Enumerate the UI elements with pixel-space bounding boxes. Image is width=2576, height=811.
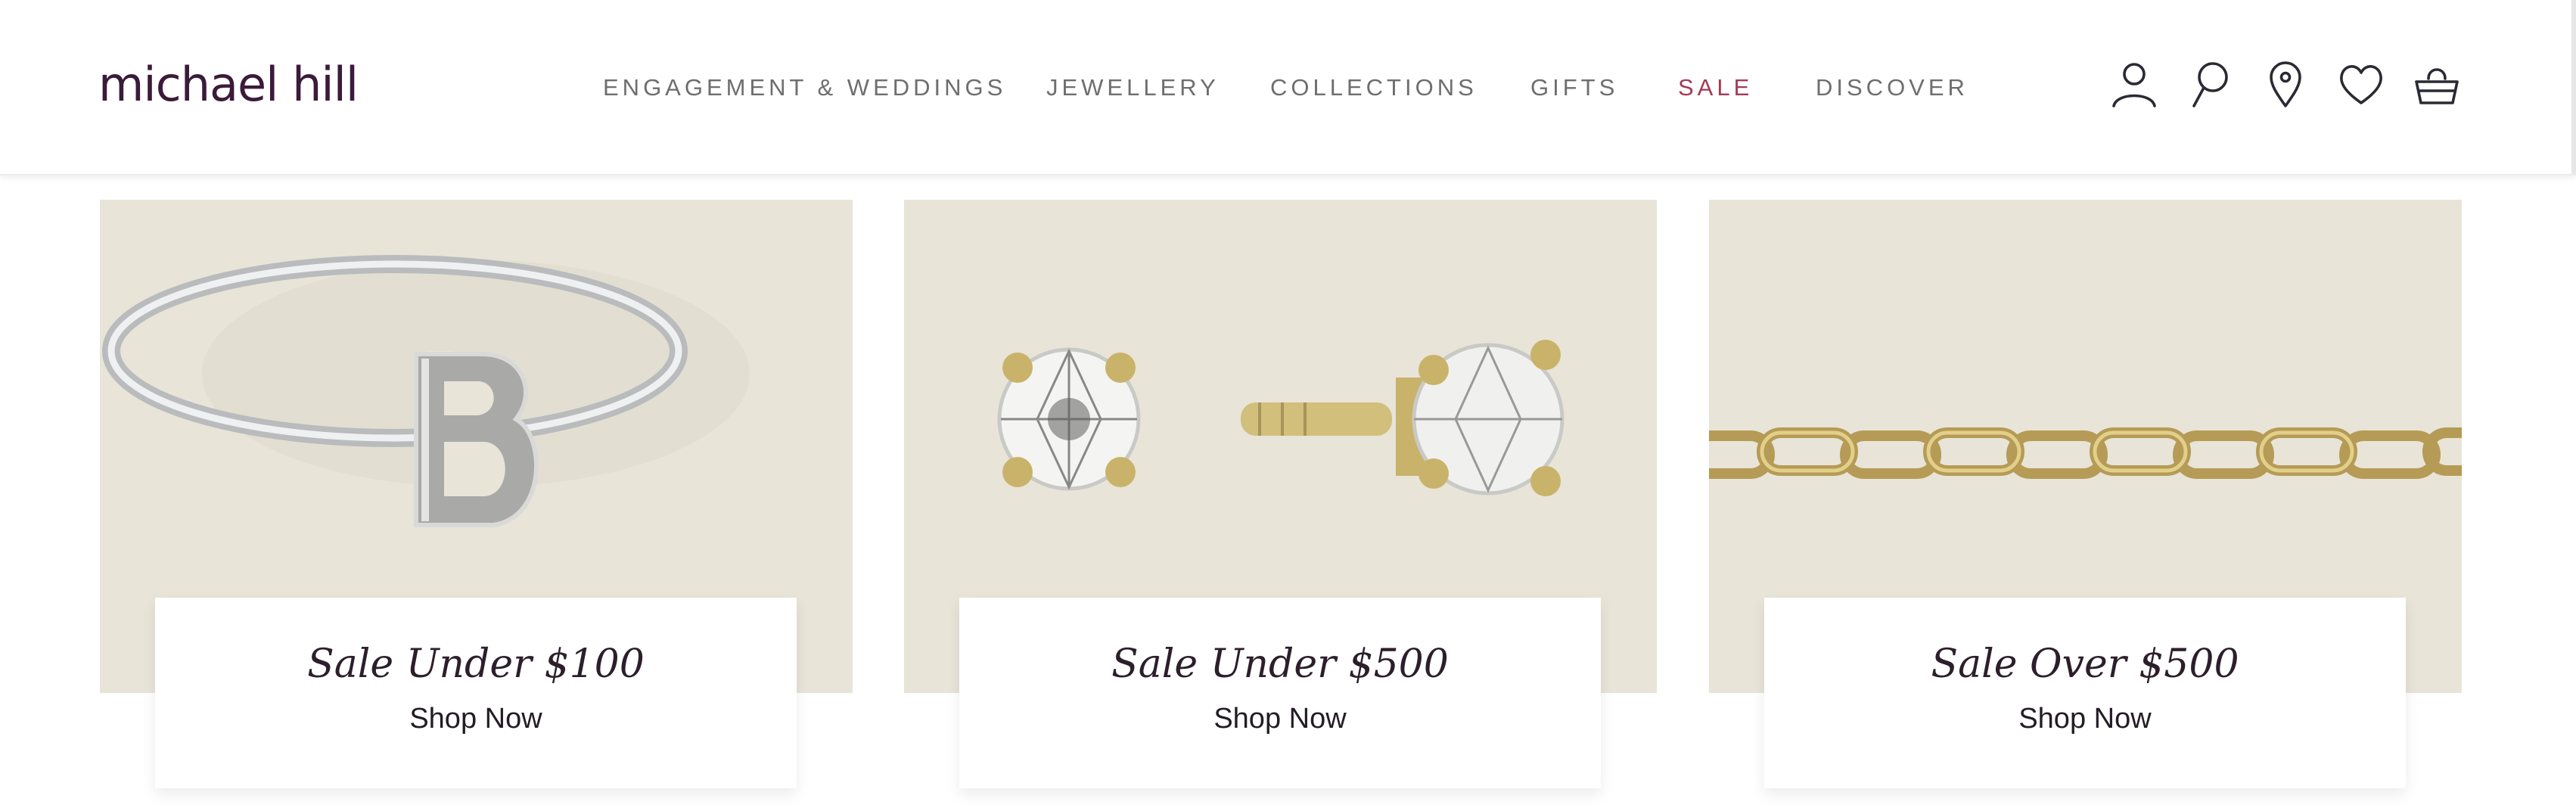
nav-discover[interactable]: DISCOVER	[1816, 73, 1969, 103]
sale-card-under-500[interactable]: Sale Under $500 Shop Now	[904, 200, 1657, 811]
shop-now-link[interactable]: Shop Now	[2018, 701, 2151, 737]
card-title: Sale Under $100	[307, 642, 645, 687]
card-title: Sale Under $500	[1111, 642, 1449, 687]
site-header: michael hill ENGAGEMENT & WEDDINGS JEWEL…	[0, 0, 2576, 176]
store-locator-icon[interactable]	[2259, 57, 2312, 110]
nav-collections[interactable]: COLLECTIONS	[1270, 73, 1478, 103]
scrollbar[interactable]	[2571, 0, 2576, 174]
wishlist-icon[interactable]	[2335, 57, 2388, 110]
search-icon[interactable]	[2183, 57, 2236, 110]
card-caption: Sale Under $500 Shop Now	[959, 598, 1601, 788]
sale-card-over-500[interactable]: Sale Over $500 Shop Now	[1709, 200, 2462, 811]
basket-icon[interactable]	[2410, 57, 2463, 110]
nav-sale[interactable]: SALE	[1678, 73, 1753, 103]
shop-now-link[interactable]: Shop Now	[409, 701, 542, 737]
card-caption: Sale Over $500 Shop Now	[1764, 598, 2406, 788]
nav-gifts[interactable]: GIFTS	[1530, 73, 1618, 103]
brand-logo[interactable]: michael hill	[98, 54, 359, 115]
shop-now-link[interactable]: Shop Now	[1213, 701, 1346, 737]
account-icon[interactable]	[2108, 57, 2161, 110]
card-caption: Sale Under $100 Shop Now	[155, 598, 797, 788]
nav-jewellery[interactable]: JEWELLERY	[1046, 73, 1220, 103]
card-title: Sale Over $500	[1931, 642, 2239, 687]
nav-engagement-weddings[interactable]: ENGAGEMENT & WEDDINGS	[603, 73, 1006, 103]
sale-card-under-100[interactable]: Sale Under $100 Shop Now	[100, 200, 853, 811]
